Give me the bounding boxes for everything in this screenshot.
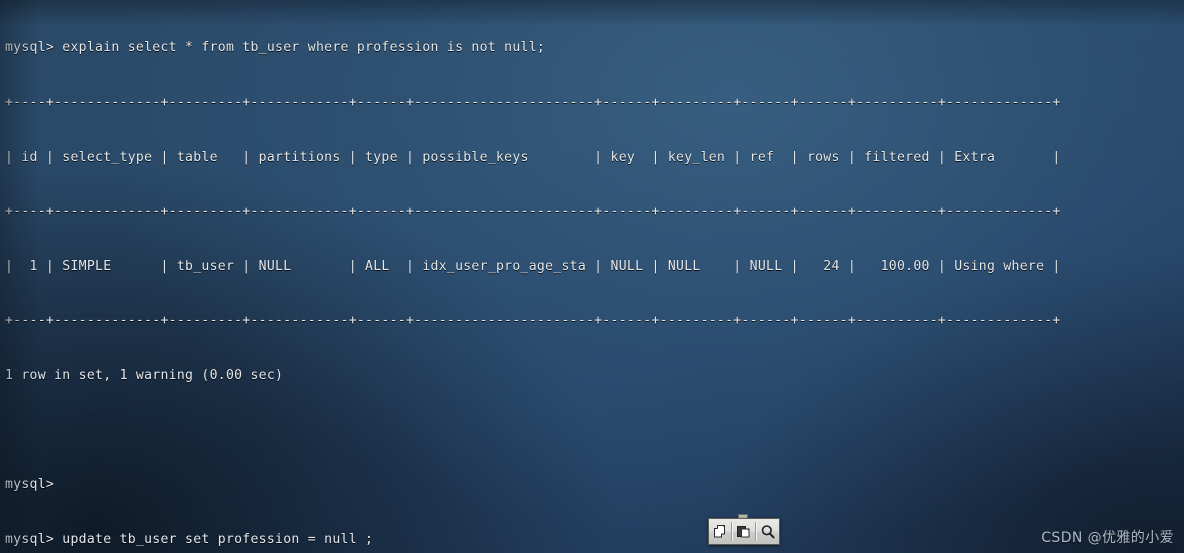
copy-button[interactable] bbox=[709, 519, 731, 544]
terminal-line: | id | select_type | table | partitions … bbox=[5, 149, 1061, 165]
terminal-line: mysql> explain select * from tb_user whe… bbox=[5, 40, 546, 56]
csdn-watermark: CSDN @优雅的小爱 bbox=[1041, 530, 1174, 546]
terminal-line: mysql> bbox=[5, 477, 55, 493]
terminal-line: +----+-------------+---------+----------… bbox=[5, 204, 1061, 220]
selection-context-toolbar[interactable] bbox=[708, 518, 780, 545]
paste-button[interactable] bbox=[733, 519, 755, 544]
terminal-output[interactable]: mysql> explain select * from tb_user whe… bbox=[0, 0, 1184, 553]
terminal-line: +----+-------------+---------+----------… bbox=[5, 313, 1061, 329]
terminal-window: mysql> explain select * from tb_user whe… bbox=[0, 0, 1184, 553]
search-icon bbox=[760, 524, 776, 540]
paste-icon bbox=[736, 524, 751, 539]
copy-icon bbox=[713, 524, 728, 539]
terminal-line: | 1 | SIMPLE | tb_user | NULL | ALL | id… bbox=[5, 258, 1061, 274]
terminal-line: +----+-------------+---------+----------… bbox=[5, 95, 1061, 110]
terminal-line: mysql> update tb_user set profession = n… bbox=[5, 531, 374, 547]
terminal-line: 1 row in set, 1 warning (0.00 sec) bbox=[5, 367, 284, 383]
find-button[interactable] bbox=[757, 519, 779, 544]
